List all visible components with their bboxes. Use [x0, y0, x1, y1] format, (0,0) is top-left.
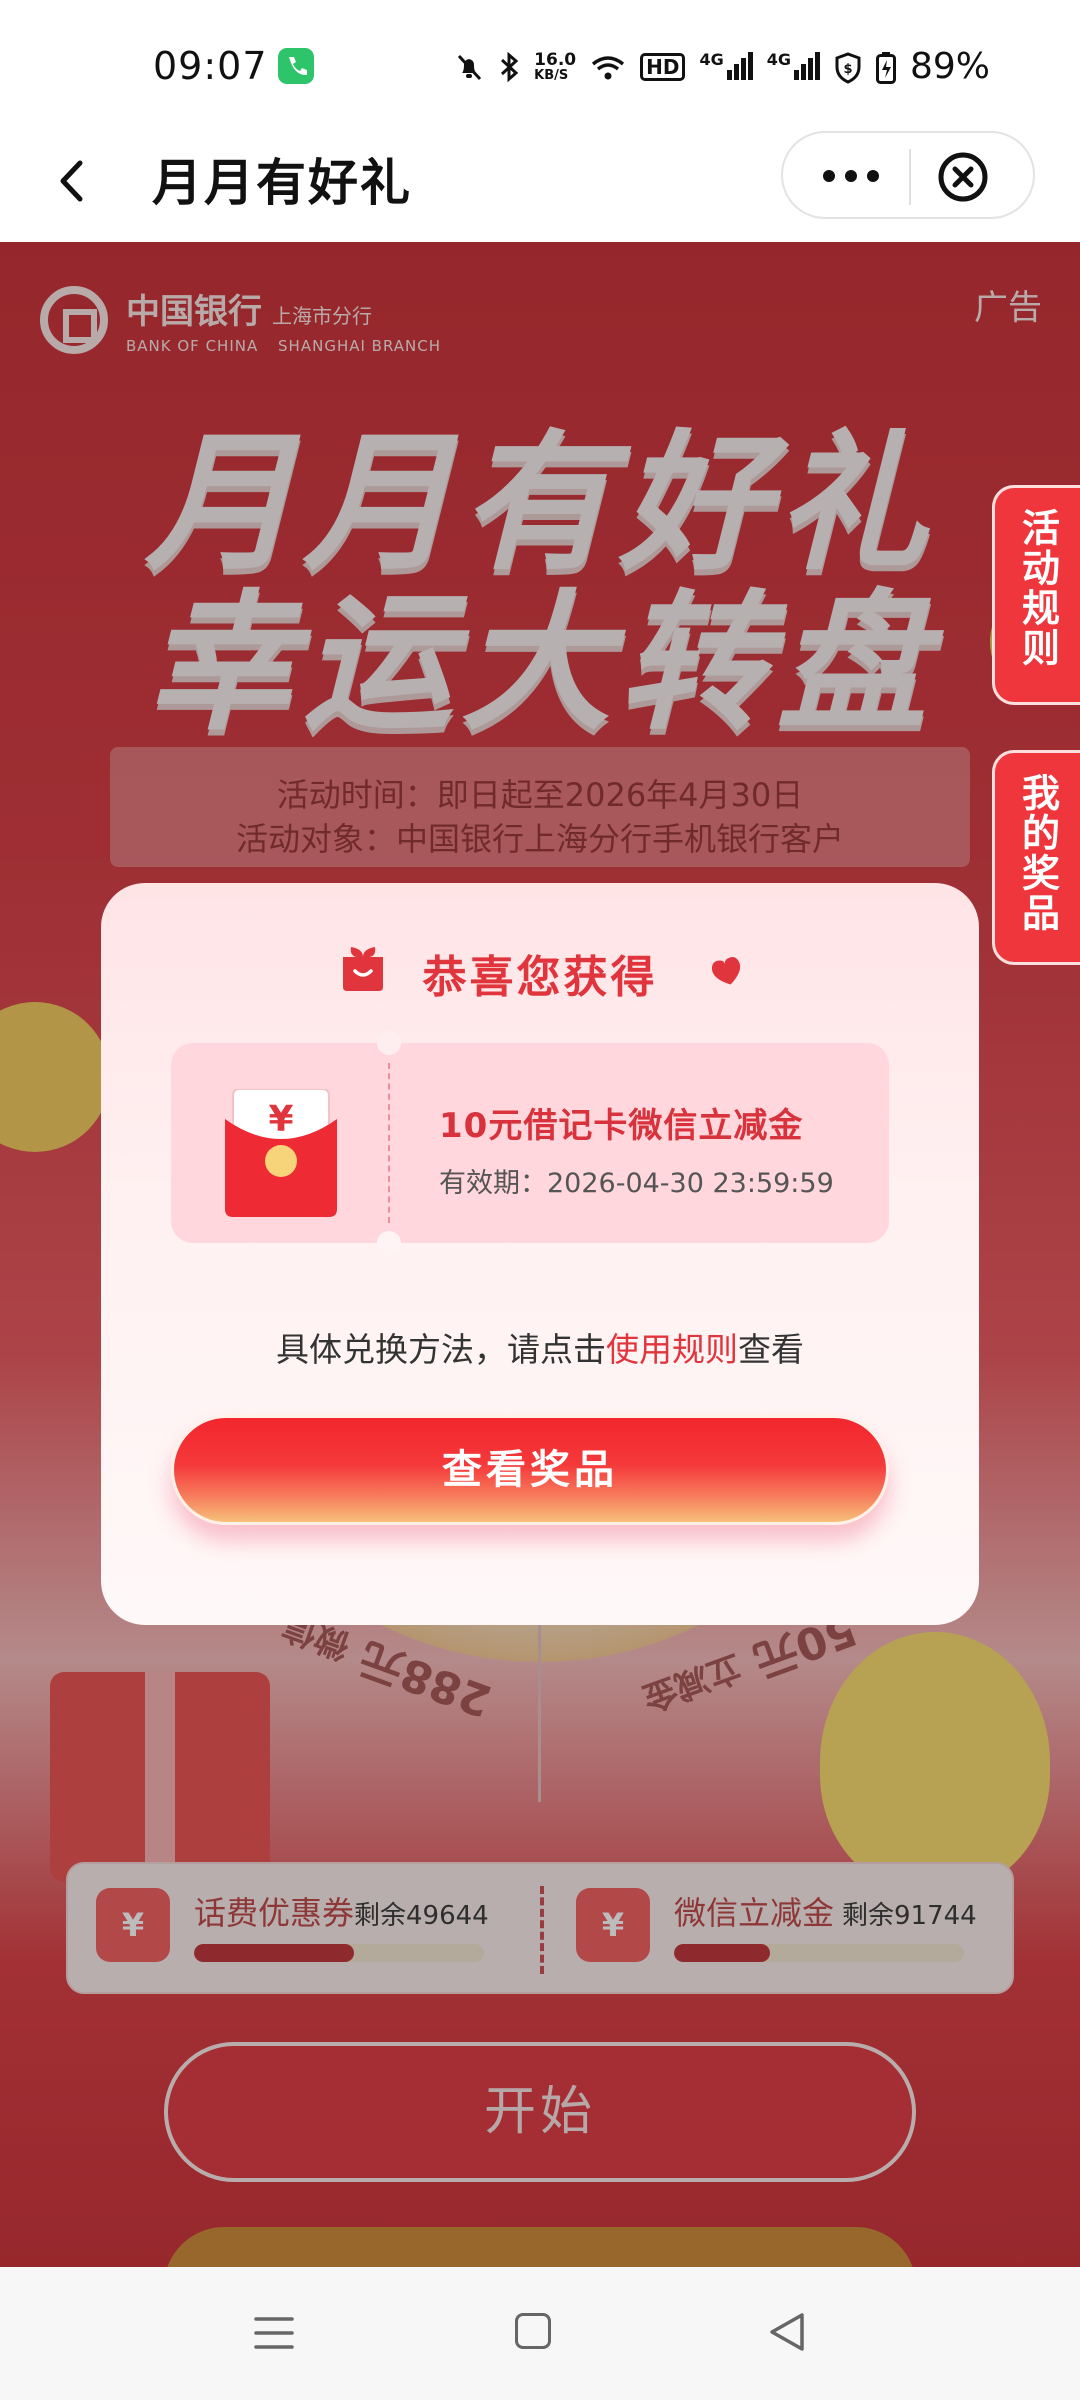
wifi-icon [590, 52, 626, 82]
status-time: 09:07 [153, 44, 268, 88]
net-speed-value: 16.0 [534, 49, 577, 70]
mini-program-capsule [781, 131, 1035, 219]
home-square-icon[interactable] [515, 2313, 551, 2349]
back-arrow-icon[interactable] [44, 151, 104, 211]
capsule-divider [909, 149, 911, 205]
battery-icon [875, 51, 896, 84]
svg-text:$: $ [843, 62, 852, 77]
my-prizes-tab[interactable]: 我的奖品 [992, 750, 1080, 965]
usage-rules-link[interactable]: 使用规则 [606, 1330, 738, 1369]
title-bar: 月月有好礼 [0, 125, 1080, 242]
view-prize-button[interactable]: 查看奖品 [171, 1415, 889, 1525]
net-speed-unit: KB/S [534, 67, 569, 83]
signal-icon-1: 4G [699, 49, 753, 82]
more-options-icon[interactable] [823, 161, 893, 191]
modal-title: 恭喜您获得 [422, 952, 658, 1003]
system-nav-bar [0, 2267, 1080, 2400]
heart-icon [707, 951, 747, 991]
signal-2-label: 4G [766, 49, 791, 69]
prize-modal: 恭喜您获得 ¥ 10元借记卡微信立减金 有效期：2026-04-30 23:59… [101, 883, 979, 1625]
redeem-instruction: 具体兑换方法，请点击使用规则查看 [101, 1323, 979, 1371]
menu-icon[interactable] [254, 2315, 294, 2351]
signal-1-label: 4G [699, 49, 724, 69]
redeem-instruction-prefix: 具体兑换方法，请点击 [276, 1330, 606, 1369]
mute-icon [454, 52, 484, 82]
my-prizes-label: 我的奖品 [1015, 773, 1060, 933]
hd-icon: HD [640, 52, 686, 81]
redeem-instruction-suffix: 查看 [738, 1330, 804, 1369]
back-triangle-icon[interactable] [768, 2311, 808, 2353]
activity-rules-label: 活动规则 [1015, 508, 1060, 668]
ticket-notch [377, 1031, 401, 1055]
page-title: 月月有好礼 [152, 154, 412, 212]
status-bar: 09:07 16.0 KB/S HD 4G 4G $ 89% [0, 0, 1080, 125]
ticket-notch [377, 1231, 401, 1255]
red-envelope-icon: ¥ [225, 1088, 337, 1217]
net-speed: 16.0 KB/S [534, 49, 577, 83]
prize-card: ¥ 10元借记卡微信立减金 有效期：2026-04-30 23:59:59 [171, 1031, 889, 1255]
bluetooth-icon [498, 51, 520, 82]
battery-percent: 89% [909, 46, 990, 87]
ticket-dashed-divider [388, 1063, 390, 1223]
prize-name: 10元借记卡微信立减金 [439, 1106, 804, 1146]
status-icons: 16.0 KB/S HD 4G 4G $ 89% [454, 46, 990, 87]
prize-expiry: 有效期：2026-04-30 23:59:59 [439, 1168, 834, 1199]
shield-icon: $ [834, 51, 862, 84]
envelope-currency-symbol: ¥ [268, 1099, 293, 1140]
activity-rules-tab[interactable]: 活动规则 [992, 485, 1080, 705]
phone-call-icon [278, 48, 314, 84]
signal-icon-2: 4G [766, 49, 820, 82]
close-circle-icon[interactable] [935, 149, 991, 205]
